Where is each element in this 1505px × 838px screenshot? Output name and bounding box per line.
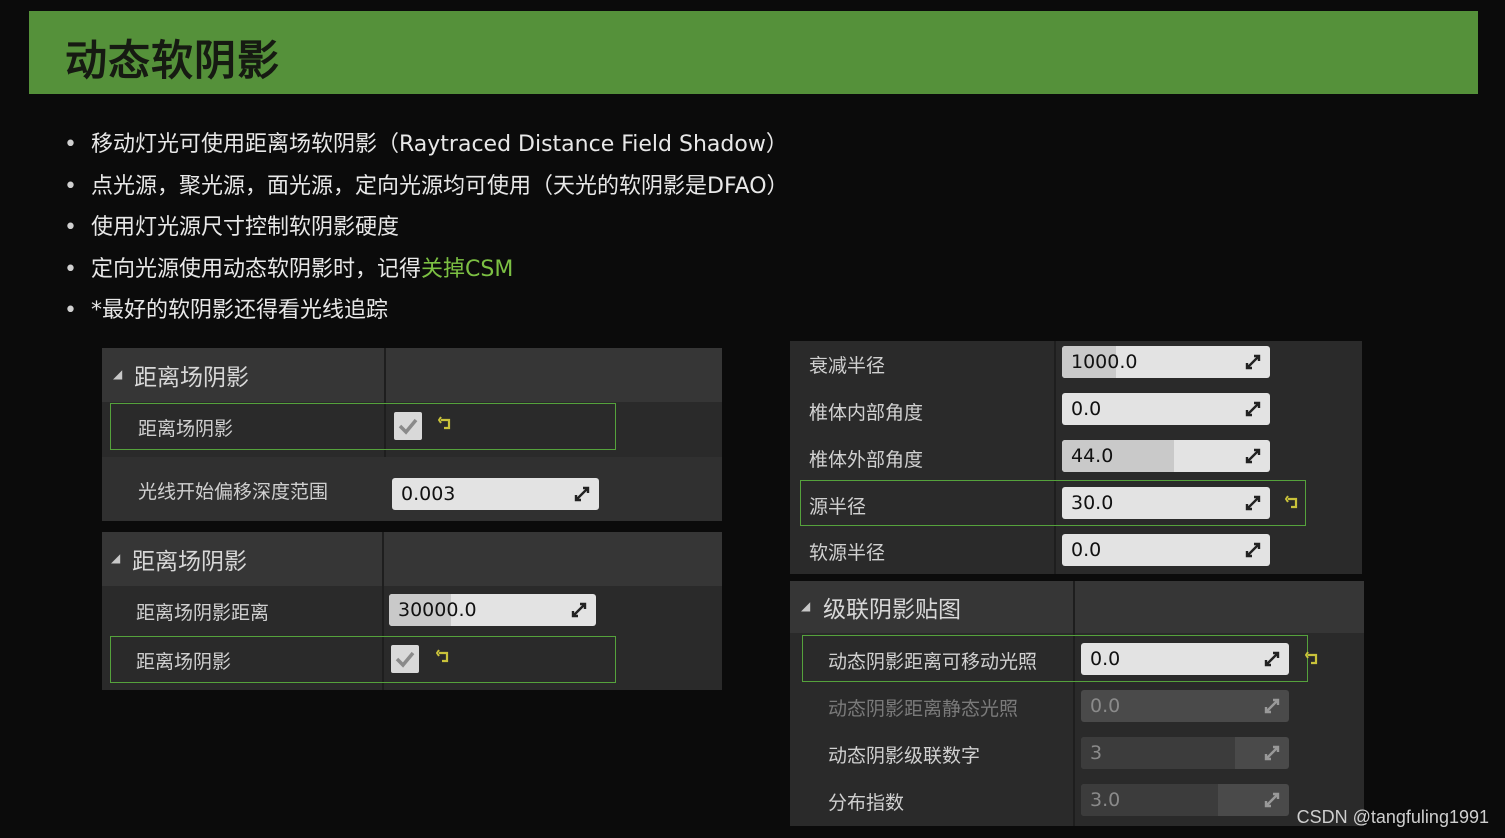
reset-to-default-icon[interactable] bbox=[1305, 651, 1321, 667]
bullet-list: • 移动灯光可使用距离场软阴影（Raytraced Distance Field … bbox=[64, 124, 789, 332]
property-label: 光线开始偏移深度范围 bbox=[138, 481, 329, 503]
drag-arrows-icon bbox=[571, 602, 587, 618]
section-title: 级联阴影贴图 bbox=[823, 597, 961, 623]
property-row: 源半径 30.0 bbox=[790, 480, 1362, 528]
drag-arrows-icon bbox=[1264, 651, 1280, 667]
panel-cascaded-shadow-maps: ◢ 级联阴影贴图 动态阴影距离可移动光照 0.0 动态阴影距离静态光照 0.0 … bbox=[790, 581, 1364, 826]
bullet-dot: • bbox=[64, 132, 77, 157]
number-field[interactable]: 30.0 bbox=[1062, 487, 1270, 519]
property-row: 距离场阴影距离 30000.0 bbox=[102, 586, 722, 634]
bullet-text: *最好的软阴影还得看光线追踪 bbox=[91, 298, 389, 323]
number-field[interactable]: 0.0 bbox=[1062, 393, 1270, 425]
number-field[interactable]: 30000.0 bbox=[389, 594, 596, 626]
property-row: 分布指数 3.0 bbox=[790, 775, 1364, 826]
property-label: 动态阴影距离静态光照 bbox=[828, 698, 1019, 720]
bullet-item: • 移动灯光可使用距离场软阴影（Raytraced Distance Field … bbox=[64, 124, 789, 166]
section-header[interactable]: ◢ 距离场阴影 bbox=[102, 348, 722, 402]
bullet-text: 移动灯光可使用距离场软阴影（Raytraced Distance Field S… bbox=[91, 132, 788, 157]
number-field: 3 bbox=[1081, 737, 1289, 769]
number-value: 3 bbox=[1090, 742, 1103, 764]
number-field[interactable]: 0.003 bbox=[392, 478, 599, 510]
drag-arrows-icon bbox=[1264, 792, 1280, 808]
number-value: 30000.0 bbox=[398, 599, 477, 621]
bullet-dot: • bbox=[64, 256, 77, 282]
drag-arrows-icon bbox=[1245, 542, 1261, 558]
section-header[interactable]: ◢ 距离场阴影 bbox=[102, 532, 722, 586]
section-title: 距离场阴影 bbox=[134, 365, 249, 391]
bullet-item: • *最好的软阴影还得看光线追踪 bbox=[64, 290, 789, 332]
section-title: 距离场阴影 bbox=[132, 549, 247, 575]
number-field: 0.0 bbox=[1081, 690, 1289, 722]
bullet-item: • 使用灯光源尺寸控制软阴影硬度 bbox=[64, 207, 789, 249]
property-label: 椎体内部角度 bbox=[809, 402, 924, 424]
drag-arrows-icon bbox=[1245, 495, 1261, 511]
bullet-highlight: 关掉CSM bbox=[421, 256, 514, 282]
drag-arrows-icon bbox=[1245, 354, 1261, 370]
property-row: 衰减半径 1000.0 bbox=[790, 341, 1362, 387]
checkmark-icon[interactable] bbox=[394, 412, 422, 440]
section-header[interactable]: ◢ 级联阴影贴图 bbox=[790, 581, 1364, 633]
property-label: 距离场阴影距离 bbox=[136, 602, 270, 624]
bullet-text: 定向光源使用动态软阴影时，记得 bbox=[91, 256, 422, 282]
property-label: 距离场阴影 bbox=[138, 418, 234, 440]
property-row: 光线开始偏移深度范围 0.003 bbox=[102, 457, 722, 521]
property-label: 距离场阴影 bbox=[136, 651, 232, 673]
bullet-item: • 定向光源使用动态软阴影时，记得关掉CSM bbox=[64, 249, 789, 291]
drag-arrows-icon bbox=[1264, 745, 1280, 761]
watermark: CSDN @tangfuling1991 bbox=[1296, 807, 1489, 827]
property-label: 衰减半径 bbox=[809, 355, 886, 377]
drag-arrows-icon bbox=[574, 486, 590, 502]
triangle-down-icon: ◢ bbox=[801, 599, 811, 613]
number-value: 0.0 bbox=[1090, 648, 1121, 670]
bullet-item: • 点光源，聚光源，面光源，定向光源均可使用（天光的软阴影是DFAO） bbox=[64, 166, 789, 208]
property-label: 椎体外部角度 bbox=[809, 449, 924, 471]
bullet-dot: • bbox=[64, 173, 77, 199]
bullet-dot: • bbox=[64, 298, 77, 323]
slider-fill bbox=[1081, 737, 1235, 769]
triangle-down-icon: ◢ bbox=[111, 551, 121, 565]
property-label: 软源半径 bbox=[809, 542, 886, 564]
property-row: 动态阴影距离可移动光照 0.0 bbox=[790, 633, 1364, 682]
number-value: 0.003 bbox=[401, 483, 456, 505]
number-value: 0.0 bbox=[1071, 539, 1102, 561]
number-value: 30.0 bbox=[1071, 492, 1114, 514]
property-label: 动态阴影距离可移动光照 bbox=[828, 651, 1038, 673]
bullet-text: 点光源，聚光源，面光源，定向光源均可使用（天光的软阴影是DFAO） bbox=[91, 173, 789, 199]
property-label: 动态阴影级联数字 bbox=[828, 745, 981, 767]
reset-to-default-icon[interactable] bbox=[1285, 495, 1301, 511]
number-value: 0.0 bbox=[1090, 695, 1121, 717]
reset-to-default-icon[interactable] bbox=[438, 416, 454, 432]
property-row: 椎体内部角度 0.0 bbox=[790, 387, 1362, 434]
number-field[interactable]: 44.0 bbox=[1062, 440, 1270, 472]
number-field: 3.0 bbox=[1081, 784, 1289, 816]
property-row: 动态阴影级联数字 3 bbox=[790, 728, 1364, 775]
title-bar: 动态软阴影 bbox=[29, 11, 1478, 94]
bullet-dot: • bbox=[64, 215, 77, 240]
panel-light-properties: 衰减半径 1000.0 椎体内部角度 0.0 椎体外部角度 44.0 源半径 3… bbox=[790, 341, 1362, 574]
triangle-down-icon: ◢ bbox=[113, 367, 123, 381]
property-row: 软源半径 0.0 bbox=[790, 528, 1362, 574]
property-row: 椎体外部角度 44.0 bbox=[790, 434, 1362, 481]
reset-to-default-icon[interactable] bbox=[436, 649, 452, 665]
number-field[interactable]: 0.0 bbox=[1081, 643, 1289, 675]
property-row: 动态阴影距离静态光照 0.0 bbox=[790, 681, 1364, 728]
number-value: 44.0 bbox=[1071, 445, 1114, 467]
number-field[interactable]: 1000.0 bbox=[1062, 346, 1270, 378]
drag-arrows-icon bbox=[1245, 401, 1261, 417]
checkmark-icon[interactable] bbox=[391, 645, 419, 673]
number-field[interactable]: 0.0 bbox=[1062, 534, 1270, 566]
drag-arrows-icon bbox=[1245, 448, 1261, 464]
property-row: 距离场阴影 bbox=[102, 634, 722, 690]
number-value: 1000.0 bbox=[1071, 351, 1138, 373]
drag-arrows-icon bbox=[1264, 698, 1280, 714]
property-label: 分布指数 bbox=[828, 792, 905, 814]
number-value: 0.0 bbox=[1071, 398, 1102, 420]
property-label: 源半径 bbox=[809, 496, 867, 518]
panel-distance-field-shadow-a: ◢ 距离场阴影 距离场阴影 光线开始偏移深度范围 0.003 bbox=[102, 348, 722, 521]
property-row: 距离场阴影 bbox=[102, 402, 722, 457]
panel-distance-field-shadow-b: ◢ 距离场阴影 距离场阴影距离 30000.0 距离场阴影 bbox=[102, 532, 722, 690]
slide-title: 动态软阴影 bbox=[65, 36, 281, 85]
bullet-text: 使用灯光源尺寸控制软阴影硬度 bbox=[91, 215, 400, 240]
number-value: 3.0 bbox=[1090, 789, 1121, 811]
